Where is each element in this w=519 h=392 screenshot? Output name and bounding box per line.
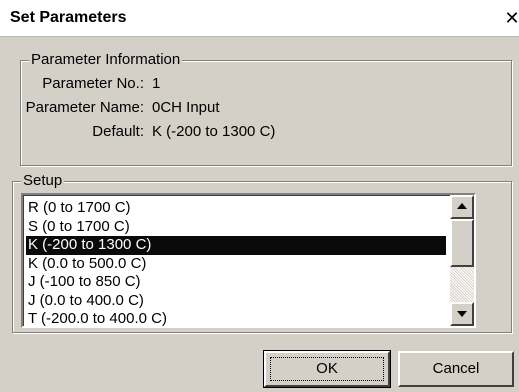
list-item[interactable]: S (0 to 1700 C) bbox=[26, 218, 446, 237]
parameter-information-legend: Parameter Information bbox=[29, 51, 183, 69]
list-item[interactable]: T (-200.0 to 400.0 C) bbox=[26, 310, 446, 326]
thermocouple-type-listbox[interactable]: R (0 to 1700 C) S (0 to 1700 C) K (-200 … bbox=[21, 193, 476, 328]
list-item[interactable]: J (0.0 to 400.0 C) bbox=[26, 292, 446, 311]
parameter-name-label: Parameter Name: bbox=[25, 99, 144, 116]
listbox-scrollbar[interactable] bbox=[450, 195, 474, 326]
scroll-down-button[interactable] bbox=[450, 302, 474, 326]
scroll-up-button[interactable] bbox=[450, 195, 474, 219]
arrow-down-icon bbox=[457, 311, 467, 317]
parameter-no-value: 1 bbox=[152, 75, 161, 92]
parameter-name-value: 0CH Input bbox=[152, 99, 220, 116]
arrow-up-icon bbox=[457, 203, 467, 209]
setup-legend: Setup bbox=[21, 172, 65, 190]
parameter-no-label: Parameter No.: bbox=[42, 75, 144, 92]
list-item[interactable]: R (0 to 1700 C) bbox=[26, 199, 446, 218]
default-label: Default: bbox=[92, 123, 144, 140]
set-parameters-dialog: Set Parameters ✕ Parameter Information P… bbox=[0, 0, 519, 392]
list-item[interactable]: K (0.0 to 500.0 C) bbox=[26, 255, 446, 274]
ok-button[interactable]: OK bbox=[263, 350, 391, 388]
list-item[interactable]: J (-100 to 850 C) bbox=[26, 273, 446, 292]
listbox-items: R (0 to 1700 C) S (0 to 1700 C) K (-200 … bbox=[26, 199, 446, 326]
cancel-button[interactable]: Cancel bbox=[398, 351, 514, 387]
default-value: K (-200 to 1300 C) bbox=[152, 123, 276, 140]
list-item-selected[interactable]: K (-200 to 1300 C) bbox=[26, 236, 446, 255]
ok-button-label: OK bbox=[270, 357, 384, 381]
dialog-title: Set Parameters bbox=[10, 9, 127, 26]
title-bar: Set Parameters ✕ bbox=[0, 0, 519, 37]
close-icon[interactable]: ✕ bbox=[501, 8, 519, 28]
scrollbar-thumb[interactable] bbox=[450, 219, 474, 267]
